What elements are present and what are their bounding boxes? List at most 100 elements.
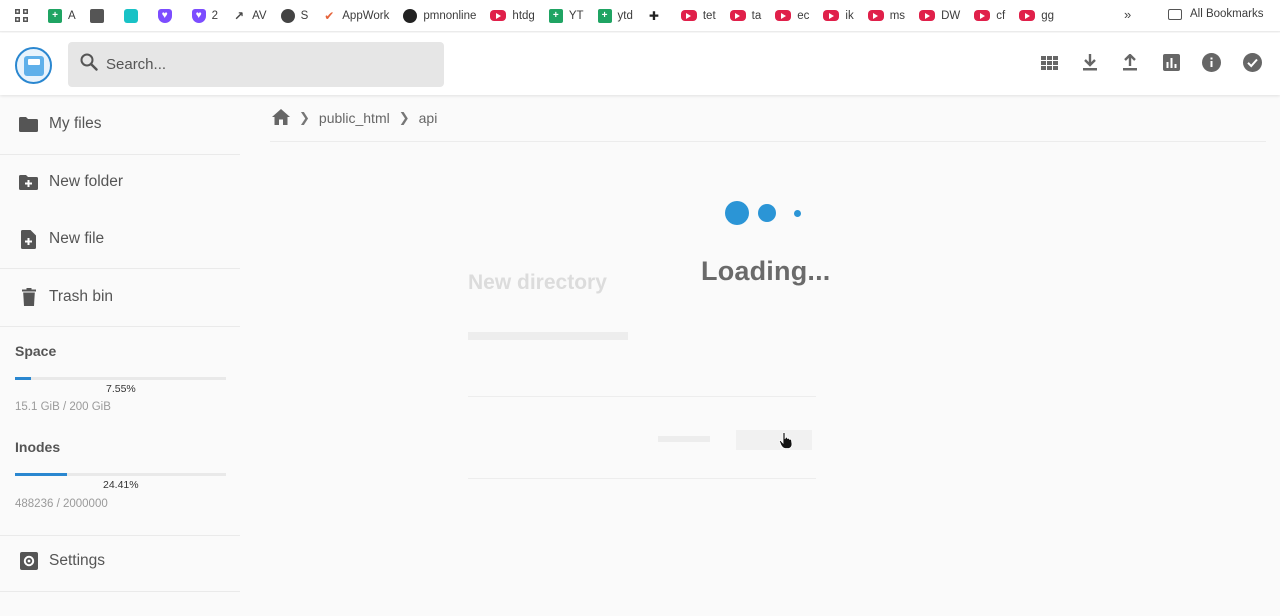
download-button[interactable] xyxy=(1080,54,1100,76)
bookmark-pmnonline[interactable]: pmnonline xyxy=(403,5,476,27)
dialog-message xyxy=(468,332,628,340)
bookmark-shield[interactable]: ♥ xyxy=(157,5,178,27)
divider xyxy=(0,591,240,592)
youtube-icon xyxy=(919,10,936,21)
youtube-icon xyxy=(1019,10,1036,21)
youtube-icon xyxy=(867,10,884,21)
dialog-input[interactable] xyxy=(468,396,816,397)
bookmark-ik[interactable]: ik xyxy=(823,5,854,27)
bookmark-label: gg xyxy=(1041,9,1054,22)
bookmark-gg[interactable]: gg xyxy=(1019,5,1054,27)
bookmark-label: YT xyxy=(568,9,584,22)
bookmark-tet[interactable]: tet xyxy=(680,5,716,27)
space-progress-bar xyxy=(15,377,226,380)
bookmark-label: ms xyxy=(889,9,906,22)
youtube-icon xyxy=(729,10,746,21)
dialog-create-button[interactable] xyxy=(736,430,812,450)
sidebar-item-new-file[interactable]: New file xyxy=(0,211,240,267)
bookmarks-more-button[interactable]: » xyxy=(1124,7,1131,22)
chevron-right-icon: ❯ xyxy=(299,110,310,125)
loading-dot xyxy=(725,201,749,225)
check-icon: ✔ xyxy=(324,8,335,23)
home-icon[interactable] xyxy=(272,108,290,128)
bookmark-label: cf xyxy=(996,9,1006,22)
puzzle-icon xyxy=(89,8,104,23)
pin-icon: ✚ xyxy=(648,8,659,23)
bookmark-teal[interactable] xyxy=(123,5,144,27)
upload-button[interactable] xyxy=(1120,53,1140,75)
bookmark-label: ta xyxy=(751,9,762,22)
youtube-icon xyxy=(974,10,991,21)
inodes-progress-fill xyxy=(15,473,67,476)
all-bookmarks-button[interactable]: All Bookmarks xyxy=(1168,8,1264,20)
youtube-icon xyxy=(680,10,697,21)
bookmark-htdg[interactable]: htdg xyxy=(490,5,535,27)
loading-dot xyxy=(794,210,801,217)
search-icon xyxy=(80,53,98,76)
inodes-detail: 488236 / 2000000 xyxy=(15,498,108,510)
bookmark-label: ik xyxy=(845,9,854,22)
sidebar-item-settings[interactable]: Settings xyxy=(0,533,240,589)
sidebar-item-label: My files xyxy=(49,115,102,132)
bookmark-label: AV xyxy=(252,9,267,22)
file-plus-icon xyxy=(19,229,38,249)
loading-dot xyxy=(758,204,776,222)
bookmark-cf[interactable]: cf xyxy=(974,5,1005,27)
bookmark-appwork[interactable]: ✔ AppWork xyxy=(322,5,389,27)
youtube-icon xyxy=(775,10,792,21)
github-icon xyxy=(403,8,418,23)
floppy-disk-icon xyxy=(23,55,44,76)
divider xyxy=(468,478,816,479)
select-button[interactable] xyxy=(1242,53,1262,75)
info-icon xyxy=(1201,53,1221,77)
bookmark-dw[interactable]: DW xyxy=(919,5,960,27)
bookmark-label: tet xyxy=(702,9,716,22)
bookmark-label: A xyxy=(68,9,76,22)
bookmark-ms[interactable]: ms xyxy=(867,5,906,27)
bookmark-label: pmnonline xyxy=(423,9,477,22)
sidebar-item-label: New file xyxy=(49,230,105,247)
inodes-title: Inodes xyxy=(15,439,61,455)
info-button[interactable] xyxy=(1201,53,1221,77)
dialog-cancel-button[interactable] xyxy=(658,436,710,442)
grid-view-button[interactable] xyxy=(1039,55,1059,75)
bookmark-extension[interactable] xyxy=(89,5,110,27)
bookmark-2[interactable]: ♥ 2 xyxy=(191,5,219,27)
app-logo[interactable] xyxy=(15,47,52,84)
sidebar-item-label: New folder xyxy=(49,173,124,190)
breadcrumb-item-public-html[interactable]: public_html xyxy=(319,110,390,126)
bookmark-label: ec xyxy=(797,9,810,22)
inodes-percent: 24.41% xyxy=(103,479,139,491)
space-title: Space xyxy=(15,343,57,359)
bookmark-ec[interactable]: ec xyxy=(775,5,809,27)
download-icon xyxy=(1083,54,1097,76)
bookmark-yt[interactable]: + YT xyxy=(548,5,584,27)
hand-cursor-icon xyxy=(779,432,793,454)
divider xyxy=(0,326,240,327)
youtube-icon xyxy=(823,10,840,21)
breadcrumb-item-api[interactable]: api xyxy=(419,110,438,126)
usage-chart-button[interactable] xyxy=(1161,54,1181,75)
loading-text: Loading... xyxy=(701,256,831,286)
sidebar-item-label: Settings xyxy=(49,552,106,569)
bookmark-ta[interactable]: ta xyxy=(729,5,762,27)
search-input[interactable] xyxy=(106,56,406,73)
sidebar-item-trash-bin[interactable]: Trash bin xyxy=(0,269,240,325)
apps-grid-button[interactable] xyxy=(14,5,34,27)
bookmark-label: S xyxy=(300,9,309,22)
sidebar-item-new-folder[interactable]: New folder xyxy=(0,154,240,210)
bookmark-pin[interactable]: ✚ xyxy=(647,5,667,27)
globe-icon xyxy=(280,8,295,23)
sidebar-item-my-files[interactable]: My files xyxy=(0,96,240,152)
folder-plus-icon xyxy=(19,173,38,192)
dialog-title: New directory xyxy=(468,271,607,294)
bookmark-a[interactable]: + A xyxy=(48,5,76,27)
search-box[interactable] xyxy=(68,42,444,87)
divider xyxy=(270,141,1266,142)
trash-icon xyxy=(19,288,38,307)
bookmark-label: 2 xyxy=(211,9,219,22)
bookmark-s[interactable]: S xyxy=(280,5,309,27)
bookmark-ytd[interactable]: + ytd xyxy=(597,5,633,27)
space-detail: 15.1 GiB / 200 GiB xyxy=(15,401,111,413)
bookmark-av[interactable]: ↗ AV xyxy=(232,5,267,27)
